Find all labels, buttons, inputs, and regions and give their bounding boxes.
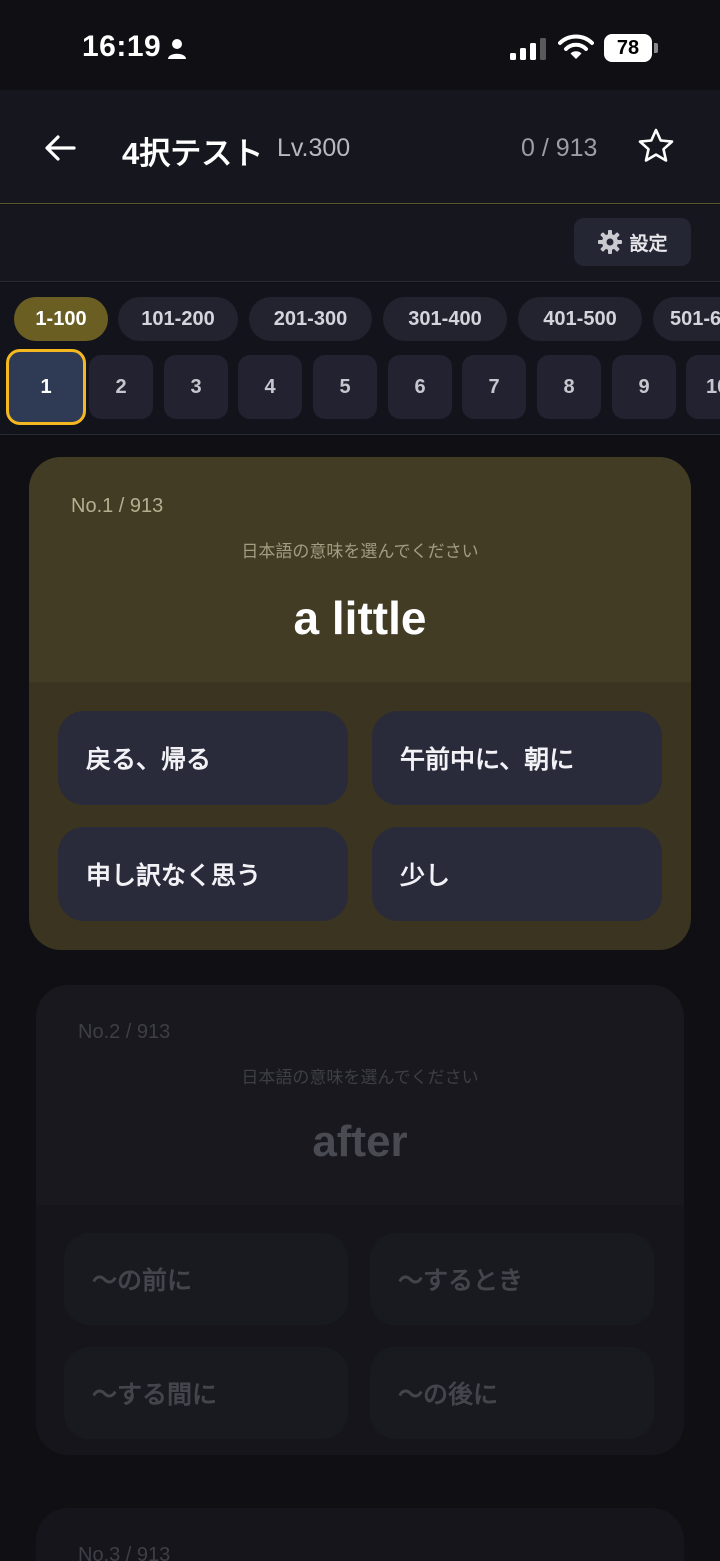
question-word: after <box>312 1117 408 1166</box>
question-number-2[interactable]: 2 <box>89 355 153 419</box>
toolbar: 設定 <box>0 205 720 282</box>
question-word: a little <box>293 592 427 644</box>
question-number-10[interactable]: 10 <box>686 355 720 419</box>
range-chip-501-600[interactable]: 501-600 <box>653 297 720 341</box>
settings-button[interactable]: 設定 <box>574 218 691 266</box>
question-number-label: No.1 / 913 <box>71 495 164 517</box>
question-number-label: No.2 / 913 <box>78 1021 171 1043</box>
answer-option-2[interactable]: 午前中に、朝に <box>372 711 662 805</box>
answer-option-2[interactable]: 〜するとき <box>370 1233 654 1325</box>
wifi-icon <box>558 34 594 59</box>
person-icon <box>168 39 186 59</box>
battery-indicator: 78 <box>604 34 658 62</box>
question-instruction: 日本語の意味を選んでください <box>241 1068 479 1087</box>
status-bar: 16:19 78 <box>0 0 720 90</box>
question-number-6[interactable]: 6 <box>388 355 452 419</box>
question-selector: 1-100 101-200 201-300 301-400 401-500 50… <box>0 283 720 435</box>
range-chip-1-100[interactable]: 1-100 <box>14 297 108 341</box>
question-number-7[interactable]: 7 <box>462 355 526 419</box>
question-number-9[interactable]: 9 <box>612 355 676 419</box>
question-number-label: No.3 / 913 <box>78 1544 171 1561</box>
question-card-1: No.1 / 913 日本語の意味を選んでください a little 戻る、帰る… <box>29 457 691 950</box>
question-number-3[interactable]: 3 <box>164 355 228 419</box>
range-chip-401-500[interactable]: 401-500 <box>518 297 642 341</box>
app-header: 4択テスト Lv.300 0 / 913 <box>0 90 720 204</box>
progress-counter: 0 / 913 <box>521 134 598 162</box>
range-chip-201-300[interactable]: 201-300 <box>249 297 372 341</box>
question-header: No.2 / 913 日本語の意味を選んでください after <box>36 985 684 1205</box>
answer-option-3[interactable]: 〜する間に <box>64 1347 348 1439</box>
page-title: 4択テスト <box>122 136 264 171</box>
answer-option-4[interactable]: 〜の後に <box>370 1347 654 1439</box>
question-header: No.1 / 913 日本語の意味を選んでください a little <box>29 457 691 682</box>
answer-option-1[interactable]: 戻る、帰る <box>58 711 348 805</box>
answer-option-1[interactable]: 〜の前に <box>64 1233 348 1325</box>
question-instruction: 日本語の意味を選んでください <box>241 542 479 561</box>
question-card-2: No.2 / 913 日本語の意味を選んでください after 〜の前に 〜する… <box>36 985 684 1455</box>
question-number-4[interactable]: 4 <box>238 355 302 419</box>
level-label: Lv.300 <box>277 134 351 162</box>
quiz-page: 16:19 78 4択テスト Lv.300 0 / 913 設定 1-100 1… <box>0 0 720 1561</box>
battery-level: 78 <box>604 34 652 62</box>
question-number-5[interactable]: 5 <box>313 355 377 419</box>
back-arrow-icon[interactable] <box>40 128 80 168</box>
gear-icon <box>598 230 623 254</box>
cellular-signal-icon <box>510 38 546 60</box>
battery-cap <box>654 43 658 53</box>
answer-option-3[interactable]: 申し訳なく思う <box>58 827 348 921</box>
question-number-8[interactable]: 8 <box>537 355 601 419</box>
status-time: 16:19 <box>82 30 162 63</box>
question-number-1[interactable]: 1 <box>6 349 86 425</box>
answer-option-4[interactable]: 少し <box>372 827 662 921</box>
settings-label: 設定 <box>629 233 668 255</box>
question-card-3: No.3 / 913 <box>36 1508 684 1561</box>
range-chip-101-200[interactable]: 101-200 <box>118 297 238 341</box>
star-icon[interactable] <box>636 126 676 166</box>
range-chip-301-400[interactable]: 301-400 <box>383 297 507 341</box>
